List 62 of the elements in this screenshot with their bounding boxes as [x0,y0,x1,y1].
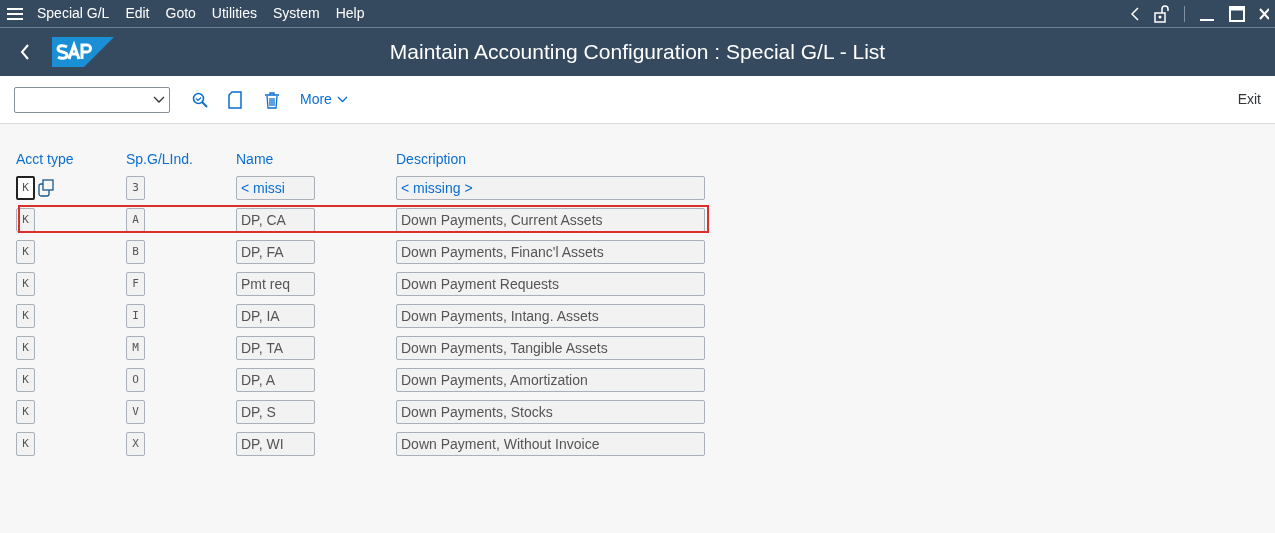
column-header: Description [396,151,467,167]
input-field[interactable]: K [16,336,35,360]
window-title: Maintain Accounting Configuration : Special G/L - List [389,39,886,66]
input-field[interactable]: DP, CA [236,208,315,232]
input-field[interactable]: Pmt req [236,272,315,296]
input-field[interactable]: B [126,240,145,264]
close-icon[interactable] [1259,6,1269,21]
menu-icon[interactable] [7,6,23,21]
input-field[interactable]: Down Payments, Intang. Assets [396,304,705,328]
input-field[interactable]: DP, FA [236,240,315,264]
input-field[interactable]: K [16,304,35,328]
input-field[interactable]: A [126,208,145,232]
menu-item[interactable]: Help [335,3,365,24]
input-field[interactable]: K [16,272,35,296]
chevron-down-icon [153,95,165,104]
column-header: Name [236,151,274,167]
command-field[interactable] [14,86,170,113]
chevron-down-icon [336,96,348,103]
input-field[interactable]: DP, S [236,400,315,424]
input-field[interactable]: K [16,400,35,424]
maximize-icon[interactable] [1229,5,1245,22]
input-field[interactable]: Down Payments, Amortization [396,368,705,392]
input-field[interactable]: I [126,304,145,328]
input-field[interactable]: Down Payments, Stocks [396,400,705,424]
input-field[interactable]: O [126,368,145,392]
input-field[interactable]: 3 [126,176,145,200]
input-field[interactable]: X [126,432,145,456]
input-field[interactable]: DP, WI [236,432,315,456]
column-header: Sp.G/LInd. [126,151,193,167]
menu-item[interactable]: Edit [125,3,150,24]
menu-item[interactable]: Goto [165,3,196,24]
menu-item[interactable]: Special G/L [37,3,110,24]
input-field[interactable]: K [16,176,35,200]
input-field[interactable]: K [16,368,35,392]
more-button[interactable]: More [300,89,348,110]
input-field[interactable]: V [126,400,145,424]
back-icon[interactable] [20,44,30,60]
input-field[interactable]: Down Payment Requests [396,272,705,296]
input-field[interactable]: DP, IA [236,304,315,328]
input-field[interactable]: Down Payments, Tangible Assets [396,336,705,360]
input-field[interactable]: Down Payments, Financ'l Assets [396,240,705,264]
input-field[interactable]: K [16,240,35,264]
document-icon[interactable] [228,90,242,109]
back-icon[interactable] [1130,6,1140,21]
search-icon[interactable] [192,91,208,108]
input-field[interactable]: < missi [236,176,315,200]
exit-button[interactable]: Exit [1237,89,1261,110]
copy-icon[interactable] [38,179,54,197]
input-field[interactable]: F [126,272,145,296]
input-field[interactable]: DP, TA [236,336,315,360]
trash-icon[interactable] [264,90,280,109]
logo-drawing [52,37,114,67]
input-field[interactable]: Down Payments, Current Assets [396,208,705,232]
input-field[interactable]: K [16,432,35,456]
input-field[interactable]: Down Payment, Without Invoice [396,432,705,456]
input-field[interactable]: < missing > [396,176,705,200]
padlock-icon[interactable] [1154,4,1170,23]
menu-item[interactable]: System [273,3,320,24]
column-header: Acct type [16,151,74,167]
input-field[interactable]: M [126,336,145,360]
input-field[interactable]: DP, A [236,368,315,392]
menu-item[interactable]: Utilities [211,3,257,24]
